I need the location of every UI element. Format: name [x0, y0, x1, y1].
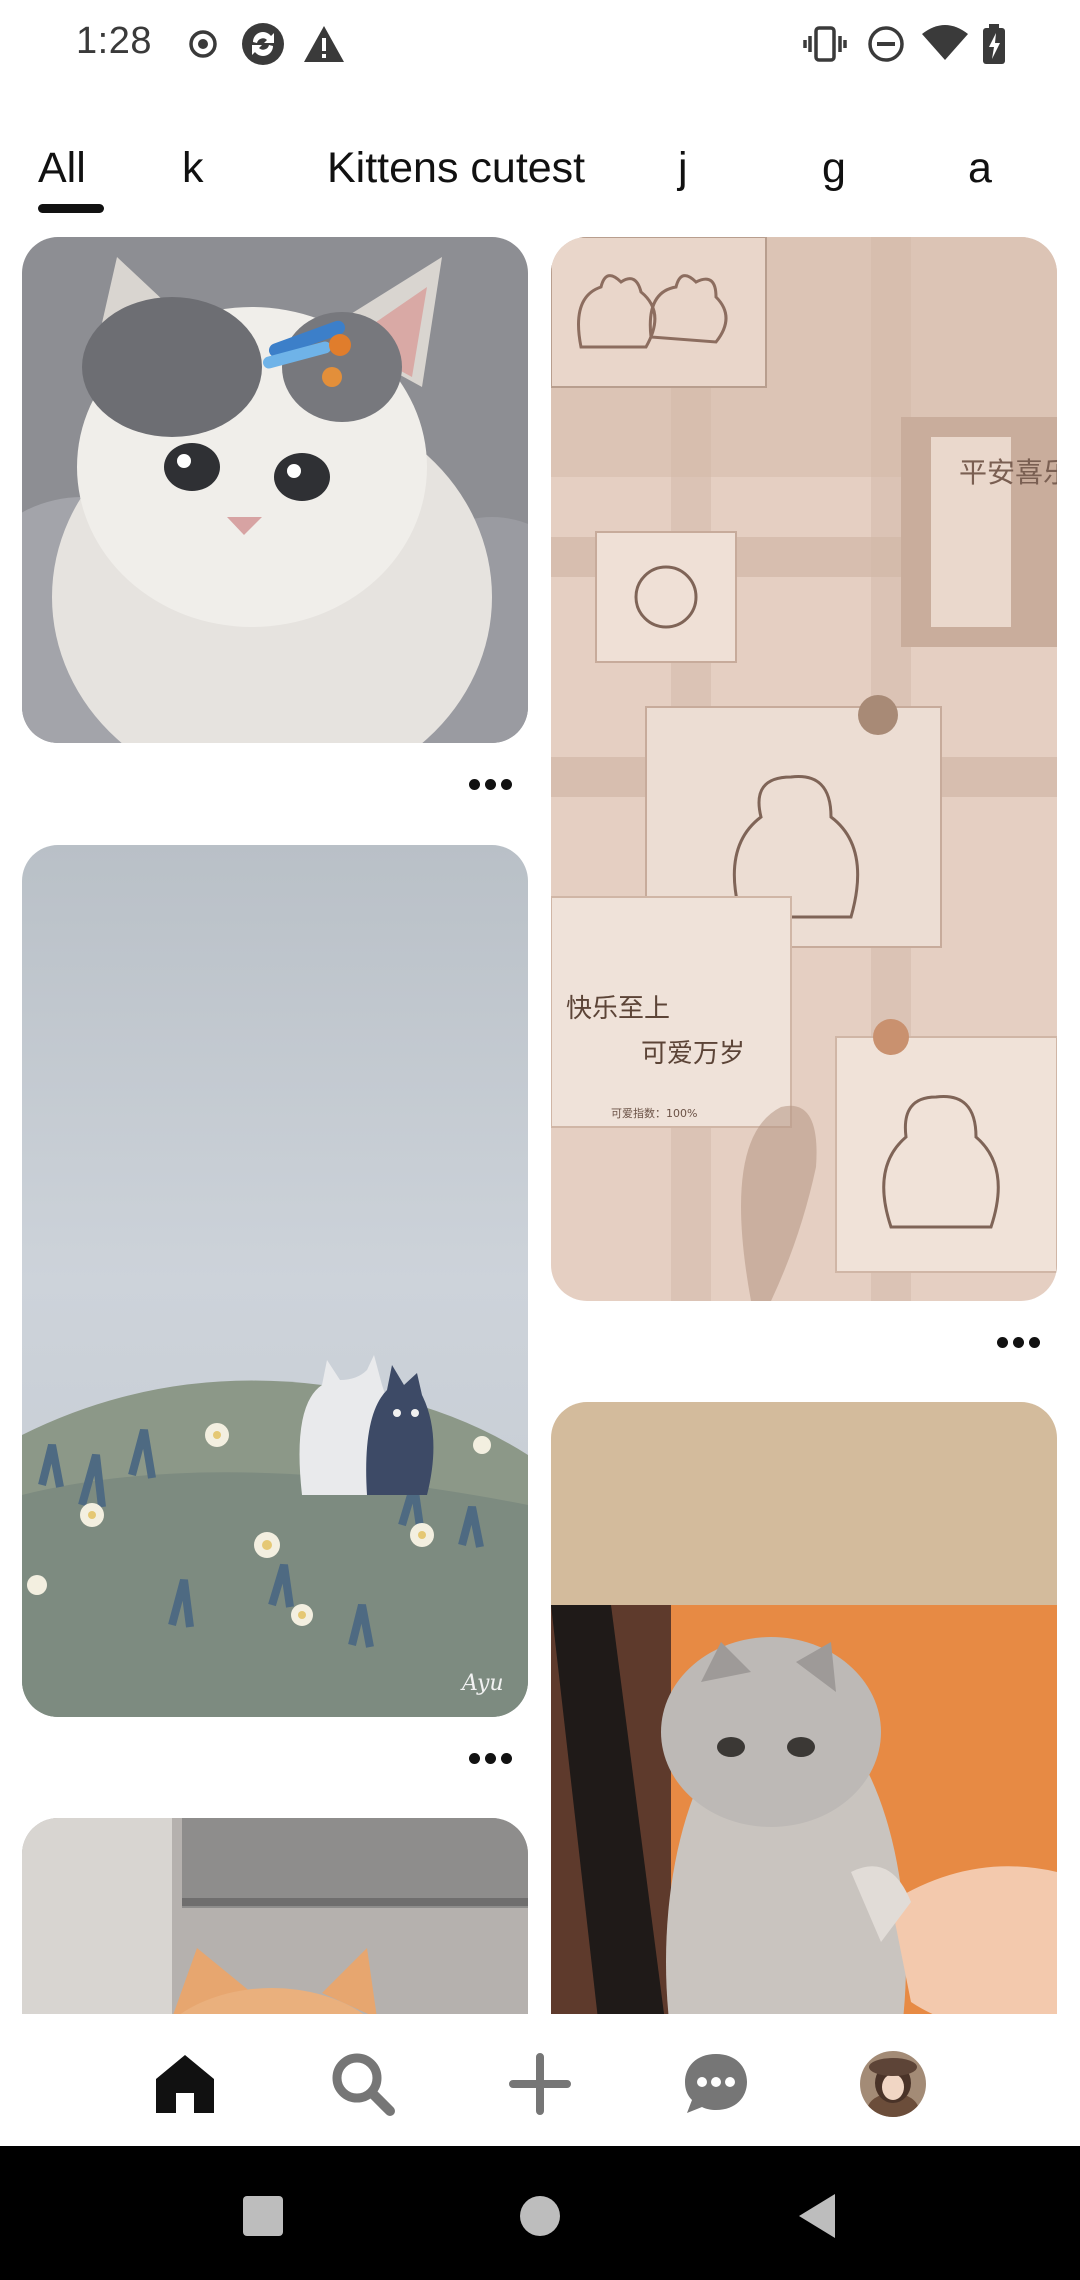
- profile-avatar[interactable]: [853, 2044, 933, 2124]
- pin-kitten-clips-image: [22, 237, 528, 743]
- tab-a[interactable]: a: [968, 144, 992, 193]
- recents-icon[interactable]: [223, 2176, 303, 2256]
- wifi-icon: [920, 20, 970, 68]
- sync-icon: [239, 20, 287, 68]
- pin-feed[interactable]: Ayu 平安喜乐: [0, 236, 1080, 2014]
- warning-icon: [302, 20, 346, 68]
- illustration-signature: Ayu: [460, 1671, 504, 1696]
- tab-j[interactable]: j: [678, 144, 688, 193]
- home-circle-icon[interactable]: [500, 2176, 580, 2256]
- back-icon[interactable]: [777, 2176, 857, 2256]
- pin-cats-illustration[interactable]: Ayu: [22, 845, 528, 1717]
- pin-orange-kitten[interactable]: [22, 1818, 528, 2014]
- pin-bear-wallpaper-image: 平安喜乐 快乐至上 可爱万岁 可爱指数：100%: [551, 237, 1057, 1301]
- battery-charging-icon: [980, 20, 1008, 68]
- status-time: 1:28: [76, 20, 152, 62]
- wallpaper-text-1: 快乐至上: [566, 994, 670, 1024]
- tab-k[interactable]: k: [182, 144, 204, 193]
- status-bar: 1:28: [0, 0, 1080, 90]
- wallpaper-text-3: 可爱指数：100%: [611, 1106, 697, 1120]
- pin-more-button[interactable]: [460, 1738, 520, 1778]
- pin-kitten-clips[interactable]: [22, 237, 528, 743]
- pin-grey-kitten[interactable]: [551, 1402, 1057, 2014]
- board-tabs: All k Kittens cutest j g a: [0, 130, 1080, 230]
- do-not-disturb-icon: [866, 20, 906, 68]
- home-icon[interactable]: [145, 2044, 225, 2124]
- tab-kittens-cutest[interactable]: Kittens cutest: [327, 144, 585, 193]
- pin-more-button[interactable]: [460, 764, 520, 804]
- bottom-navigation: [0, 2014, 1080, 2146]
- pin-grey-kitten-image: [551, 1402, 1057, 2014]
- wallpaper-text-2: 可爱万岁: [641, 1039, 745, 1069]
- tab-selected-indicator: [38, 204, 104, 213]
- chat-icon[interactable]: [676, 2044, 756, 2124]
- wallpaper-vertical-text: 平安喜乐: [959, 456, 1057, 489]
- pin-more-button[interactable]: [988, 1322, 1048, 1362]
- tab-g[interactable]: g: [822, 144, 846, 193]
- pin-orange-kitten-image: [22, 1818, 528, 2014]
- vibrate-icon: [802, 20, 848, 68]
- record-icon: [186, 20, 220, 68]
- avatar: [860, 2051, 926, 2117]
- system-navigation-bar: [0, 2146, 1080, 2280]
- plus-icon[interactable]: [500, 2044, 580, 2124]
- pin-bear-wallpaper[interactable]: 平安喜乐 快乐至上 可爱万岁 可爱指数：100%: [551, 237, 1057, 1301]
- tab-all[interactable]: All: [38, 144, 86, 193]
- search-icon[interactable]: [323, 2044, 403, 2124]
- pin-cats-illustration-image: Ayu: [22, 845, 528, 1717]
